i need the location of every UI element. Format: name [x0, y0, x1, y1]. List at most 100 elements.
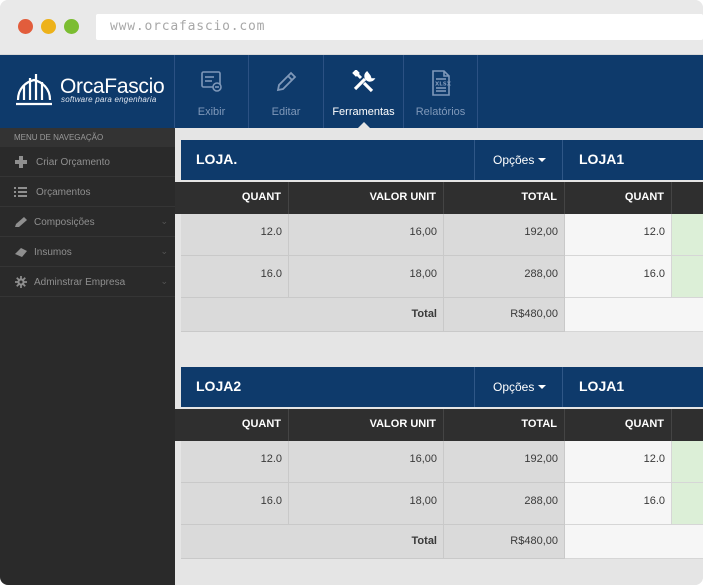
column-divider: [288, 409, 289, 441]
total-value: 192,00: [524, 453, 558, 465]
quant-value: 12.0: [260, 226, 282, 238]
table-header: QUANT VALOR UNIT TOTAL QUANT: [175, 182, 703, 214]
column-header-total: TOTAL: [521, 191, 557, 203]
sidebar-heading: MENU DE NAVEGAÇÃO: [0, 128, 175, 147]
column-divider: [443, 409, 444, 441]
sidebar-item-label: Criar Orçamento: [36, 157, 110, 168]
chevron-down-icon: ⌄: [160, 276, 168, 286]
column-header-quant: QUANT: [624, 191, 664, 203]
next-cell: [672, 483, 703, 525]
toolbar-ferramentas-button[interactable]: Ferramentas: [324, 55, 404, 128]
toolbar-label: Exibir: [197, 106, 226, 118]
total-value-cell: R$480,00: [444, 525, 565, 559]
sidebar-item-composicoes[interactable]: Composições ⌄: [0, 207, 175, 237]
table-row: 16.0 18,00 288,00 16.0: [181, 256, 703, 298]
column-divider: [564, 409, 565, 441]
sidebar-item-label: Insumos: [34, 247, 72, 258]
table-row: 12.0 16,00 192,00 12.0: [181, 441, 703, 483]
toolbar-label: Relatórios: [415, 106, 466, 118]
xlsx-file-icon: XLSX: [431, 70, 452, 96]
url-text: www.orcafascio.com: [110, 19, 266, 34]
next-quant-cell[interactable]: 16.0: [565, 256, 672, 298]
table-row: 16.0 18,00 288,00 16.0: [181, 483, 703, 525]
sidebar-item-insumos[interactable]: Insumos ⌄: [0, 237, 175, 267]
total-value-cell: R$480,00: [444, 298, 565, 332]
column-divider: [671, 409, 672, 441]
sidebar-item-criar-orcamento[interactable]: Criar Orçamento: [0, 147, 175, 177]
quant-value: 12.0: [643, 226, 665, 238]
sidebar-item-label: Orçamentos: [36, 187, 91, 198]
quant-cell[interactable]: 12.0: [181, 214, 289, 256]
sidebar-item-orcamentos[interactable]: Orçamentos: [0, 177, 175, 207]
toolbar-relatorios-button[interactable]: XLSX Relatórios: [404, 55, 478, 128]
valor-unit-value: 16,00: [409, 453, 437, 465]
sidebar: MENU DE NAVEGAÇÃO Criar Orçamento Orçame…: [0, 128, 175, 585]
quant-value: 16.0: [643, 268, 665, 280]
next-block-title: LOJA1: [579, 151, 625, 167]
block-header: LOJA. Opções LOJA1: [181, 140, 703, 180]
next-cell: [672, 441, 703, 483]
next-quant-cell[interactable]: 12.0: [565, 214, 672, 256]
pencil-icon: [15, 217, 27, 227]
column-divider: [564, 182, 565, 214]
table-header: QUANT VALOR UNIT TOTAL QUANT: [175, 409, 703, 441]
browser-chrome: www.orcafascio.com: [0, 0, 703, 55]
maximize-window-button[interactable]: [64, 19, 79, 34]
total-label: Total: [411, 535, 437, 547]
valor-unit-value: 18,00: [409, 268, 437, 280]
quant-cell[interactable]: 16.0: [181, 256, 289, 298]
next-quant-cell[interactable]: 16.0: [565, 483, 672, 525]
grand-total-value: R$480,00: [510, 535, 558, 547]
total-cell: 288,00: [444, 483, 565, 525]
close-window-button[interactable]: [18, 19, 33, 34]
pencil-icon: [276, 71, 297, 92]
next-quant-cell[interactable]: 12.0: [565, 441, 672, 483]
sidebar-item-administrar-empresa[interactable]: Adminstrar Empresa ⌄: [0, 267, 175, 297]
gear-icon: [15, 276, 27, 288]
total-row: Total R$480,00: [181, 298, 703, 332]
total-cell: 192,00: [444, 214, 565, 256]
caret-down-icon: [538, 158, 546, 162]
block-title: LOJA.: [196, 151, 238, 167]
chevron-down-icon: ⌄: [160, 246, 168, 256]
next-block-title: LOJA1: [579, 378, 625, 394]
address-bar[interactable]: www.orcafascio.com: [96, 14, 703, 40]
valor-unit-cell[interactable]: 16,00: [289, 214, 444, 256]
quant-cell[interactable]: 16.0: [181, 483, 289, 525]
valor-unit-cell[interactable]: 18,00: [289, 483, 444, 525]
options-dropdown[interactable]: Opções: [474, 367, 563, 407]
total-label: Total: [411, 308, 437, 320]
quant-value: 16.0: [643, 495, 665, 507]
minimize-window-button[interactable]: [41, 19, 56, 34]
next-cell: [672, 214, 703, 256]
column-header-quant: QUANT: [241, 418, 281, 430]
quant-value: 16.0: [260, 495, 282, 507]
table-row: 12.0 16,00 192,00 12.0: [181, 214, 703, 256]
quant-value: 12.0: [643, 453, 665, 465]
list-icon: [14, 187, 27, 197]
options-label: Opções: [493, 380, 535, 394]
top-navbar: OrcaFascio software para engenharia Exib…: [0, 55, 703, 128]
options-dropdown[interactable]: Opções: [474, 140, 563, 180]
next-total-cell: [565, 525, 703, 559]
brand-logo[interactable]: OrcaFascio software para engenharia: [0, 55, 175, 128]
main-content: LOJA. Opções LOJA1 QUANT VALOR UNIT TOTA…: [175, 128, 703, 585]
caret-down-icon: [538, 385, 546, 389]
quant-value: 12.0: [260, 453, 282, 465]
toolbar-exibir-button[interactable]: Exibir: [175, 55, 249, 128]
quant-cell[interactable]: 12.0: [181, 441, 289, 483]
valor-unit-cell[interactable]: 18,00: [289, 256, 444, 298]
total-value: 288,00: [524, 268, 558, 280]
chevron-down-icon: ⌄: [160, 216, 168, 226]
quant-value: 16.0: [260, 268, 282, 280]
total-value: 288,00: [524, 495, 558, 507]
sidebar-item-label: Composições: [34, 217, 95, 228]
toolbar-editar-button[interactable]: Editar: [249, 55, 324, 128]
valor-unit-value: 18,00: [409, 495, 437, 507]
orcafascio-logo-icon: [16, 74, 52, 106]
tools-icon: [351, 70, 375, 93]
total-label-cell: Total: [181, 525, 444, 559]
plus-icon: [15, 156, 27, 168]
valor-unit-cell[interactable]: 16,00: [289, 441, 444, 483]
svg-text:XLSX: XLSX: [435, 82, 452, 88]
